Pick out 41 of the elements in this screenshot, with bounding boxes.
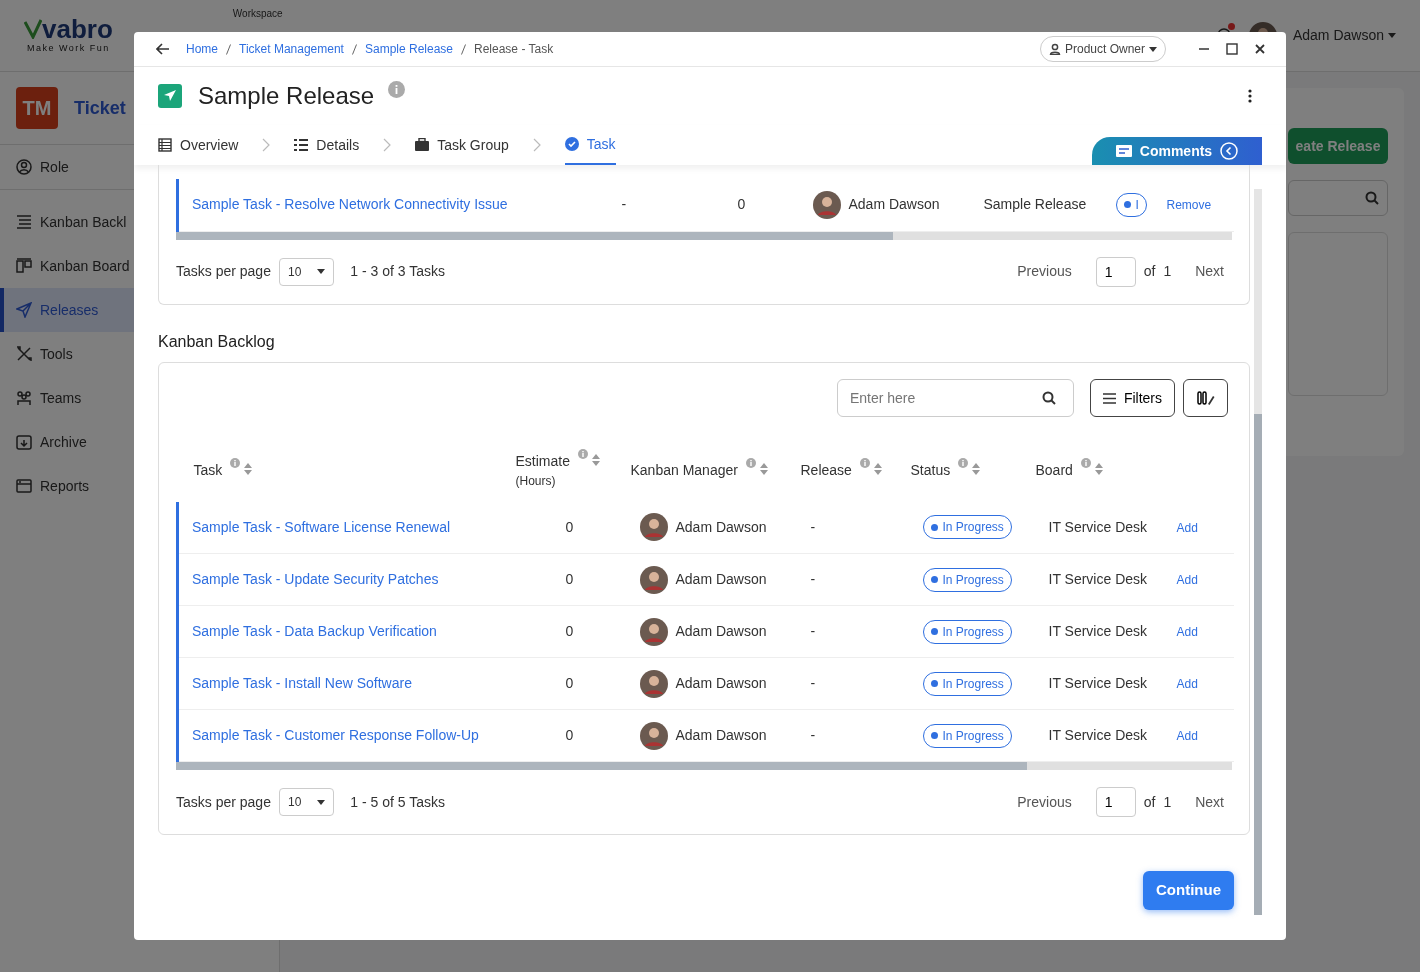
app-title: Ticket: [74, 96, 126, 120]
table-cell: IT Service Desk: [1048, 675, 1148, 691]
manager-name: Adam Dawson: [675, 517, 767, 537]
table-cell: 0: [565, 571, 574, 587]
column-subheader: (Hours): [515, 473, 557, 490]
table-cell: -: [621, 196, 627, 213]
breadcrumb-current: Release - Task: [474, 41, 554, 58]
table-cell: -: [810, 518, 816, 535]
logo-text: vabro: [42, 15, 113, 42]
range-label: 1 - 3 of 3 Tasks: [350, 262, 445, 281]
table-cell: -: [810, 675, 816, 691]
of-label: of: [1143, 262, 1156, 281]
page-total: 1: [1163, 792, 1172, 812]
table-cell: 0: [565, 518, 574, 535]
manager-name: Adam Dawson: [675, 726, 767, 745]
table-cell: Sample Release: [983, 196, 1087, 213]
table-cell: 0: [565, 727, 574, 743]
manager-name: Adam Dawson: [848, 195, 940, 215]
page-total: 1: [1163, 262, 1172, 281]
per-page-label: Tasks per page: [176, 262, 271, 281]
table-cell: IT Service Desk: [1048, 571, 1148, 587]
table-cell: 0: [565, 623, 574, 639]
table-cell: -: [810, 571, 816, 587]
workspace-label: Workspace: [232, 7, 283, 21]
table-cell: -: [810, 623, 816, 639]
table-cell: 0: [737, 196, 746, 213]
logo-tagline: Make Work Fun: [26, 41, 110, 55]
manager-name: Adam Dawson: [675, 570, 767, 589]
page-title: Sample Release: [198, 81, 375, 111]
table-cell: IT Service Desk: [1048, 727, 1148, 743]
range-label: 1 - 5 of 5 Tasks: [350, 792, 445, 812]
manager-name: Adam Dawson: [675, 674, 767, 693]
table-cell: IT Service Desk: [1048, 518, 1148, 535]
table-cell: -: [810, 727, 816, 743]
table-cell: IT Service Desk: [1048, 623, 1148, 639]
table-cell: 0: [565, 675, 574, 691]
section-heading: Kanban Backlog: [158, 331, 276, 352]
per-page-label: Tasks per page: [176, 792, 271, 812]
manager-name: Adam Dawson: [675, 622, 767, 641]
of-label: of: [1143, 792, 1156, 812]
app-badge: TM: [16, 87, 58, 129]
